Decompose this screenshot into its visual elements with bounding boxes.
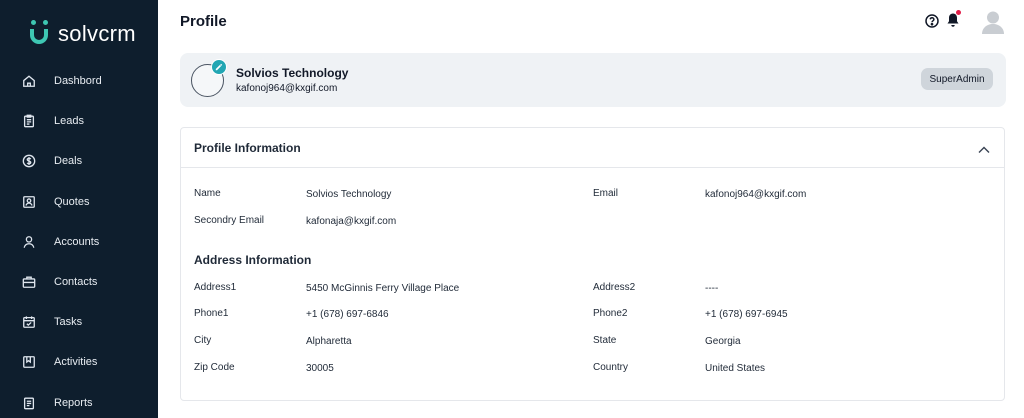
address2-label: Address2 bbox=[593, 282, 636, 293]
sidebar-item-leads[interactable]: Leads bbox=[0, 101, 158, 141]
address1-value: 5450 McGinnis Ferry Village Place bbox=[306, 283, 460, 294]
role-badge: SuperAdmin bbox=[921, 68, 993, 90]
briefcase-icon bbox=[21, 274, 37, 290]
profile-information-panel: Profile Information Name Solvios Technol… bbox=[180, 127, 1005, 401]
email-value: kafonoj964@kxgif.com bbox=[705, 189, 807, 200]
notification-dot bbox=[956, 10, 961, 15]
name-value: Solvios Technology bbox=[306, 189, 392, 200]
panel-title: Profile Information bbox=[194, 141, 301, 155]
sidebar-item-activities[interactable]: Activities bbox=[0, 342, 158, 382]
sidebar: solvcrm Dashbord Leads Deals Quotes Acco… bbox=[0, 0, 158, 418]
sidebar-item-label: Accounts bbox=[54, 235, 100, 248]
chevron-up-icon[interactable] bbox=[978, 142, 990, 153]
sidebar-item-quotes[interactable]: Quotes bbox=[0, 182, 158, 222]
email-label: Email bbox=[593, 188, 619, 199]
zip-code-label: Zip Code bbox=[194, 362, 235, 373]
user-icon bbox=[21, 234, 37, 250]
sidebar-item-label: Quotes bbox=[54, 195, 90, 208]
city-value: Alpharetta bbox=[306, 336, 352, 347]
country-value: United States bbox=[705, 363, 766, 374]
phone1-label: Phone1 bbox=[194, 308, 229, 319]
sidebar-item-label: Reports bbox=[54, 396, 93, 409]
sidebar-item-dashboard[interactable]: Dashbord bbox=[0, 61, 158, 101]
pencil-icon[interactable] bbox=[211, 59, 227, 75]
phone1-value: +1 (678) 697-6846 bbox=[306, 309, 389, 320]
phone2-value: +1 (678) 697-6945 bbox=[705, 309, 788, 320]
calendar-icon bbox=[21, 314, 37, 330]
page-title: Profile bbox=[180, 13, 227, 30]
profile-name: Solvios Technology bbox=[236, 66, 349, 80]
sidebar-item-label: Contacts bbox=[54, 276, 98, 289]
report-icon bbox=[21, 395, 37, 411]
avatar-icon[interactable] bbox=[982, 10, 1004, 34]
sidebar-item-label: Deals bbox=[54, 155, 83, 168]
country-label: Country bbox=[593, 362, 629, 373]
sidebar-nav: Dashbord Leads Deals Quotes Accounts Con… bbox=[0, 61, 158, 418]
state-label: State bbox=[593, 335, 617, 346]
sidebar-item-tasks[interactable]: Tasks bbox=[0, 302, 158, 342]
address1-label: Address1 bbox=[194, 282, 237, 293]
dollar-circle-icon bbox=[21, 153, 37, 169]
phone2-label: Phone2 bbox=[593, 308, 628, 319]
sidebar-item-deals[interactable]: Deals bbox=[0, 141, 158, 181]
sidebar-item-label: Activities bbox=[54, 356, 98, 369]
sidebar-item-accounts[interactable]: Accounts bbox=[0, 222, 158, 262]
profile-email: kafonoj964@kxgif.com bbox=[236, 83, 338, 94]
profile-summary-card: Solvios Technology kafonoj964@kxgif.com … bbox=[180, 53, 1006, 107]
brand-logo[interactable]: solvcrm bbox=[30, 16, 136, 52]
sidebar-item-label: Dashbord bbox=[54, 75, 102, 88]
sidebar-item-reports[interactable]: Reports bbox=[0, 383, 158, 418]
state-value: Georgia bbox=[705, 336, 741, 347]
logo-mark-icon bbox=[30, 20, 50, 48]
secondary-email-label: Secondry Email bbox=[194, 215, 265, 226]
panel-header[interactable]: Profile Information bbox=[181, 128, 1004, 168]
zip-code-value: 30005 bbox=[306, 363, 334, 374]
name-label: Name bbox=[194, 188, 221, 199]
quote-card-icon bbox=[21, 194, 37, 210]
address-section-title: Address Information bbox=[194, 253, 312, 267]
secondary-email-value: kafonaja@kxgif.com bbox=[306, 216, 397, 227]
help-circle-icon[interactable] bbox=[925, 14, 939, 28]
clipboard-icon bbox=[21, 113, 37, 129]
city-label: City bbox=[194, 335, 212, 346]
brand-name: solvcrm bbox=[58, 21, 136, 46]
home-icon bbox=[21, 73, 37, 89]
bookmark-icon bbox=[21, 354, 37, 370]
sidebar-item-label: Leads bbox=[54, 115, 84, 128]
address2-value: ---- bbox=[705, 283, 719, 294]
sidebar-item-label: Tasks bbox=[54, 316, 83, 329]
sidebar-item-contacts[interactable]: Contacts bbox=[0, 262, 158, 302]
